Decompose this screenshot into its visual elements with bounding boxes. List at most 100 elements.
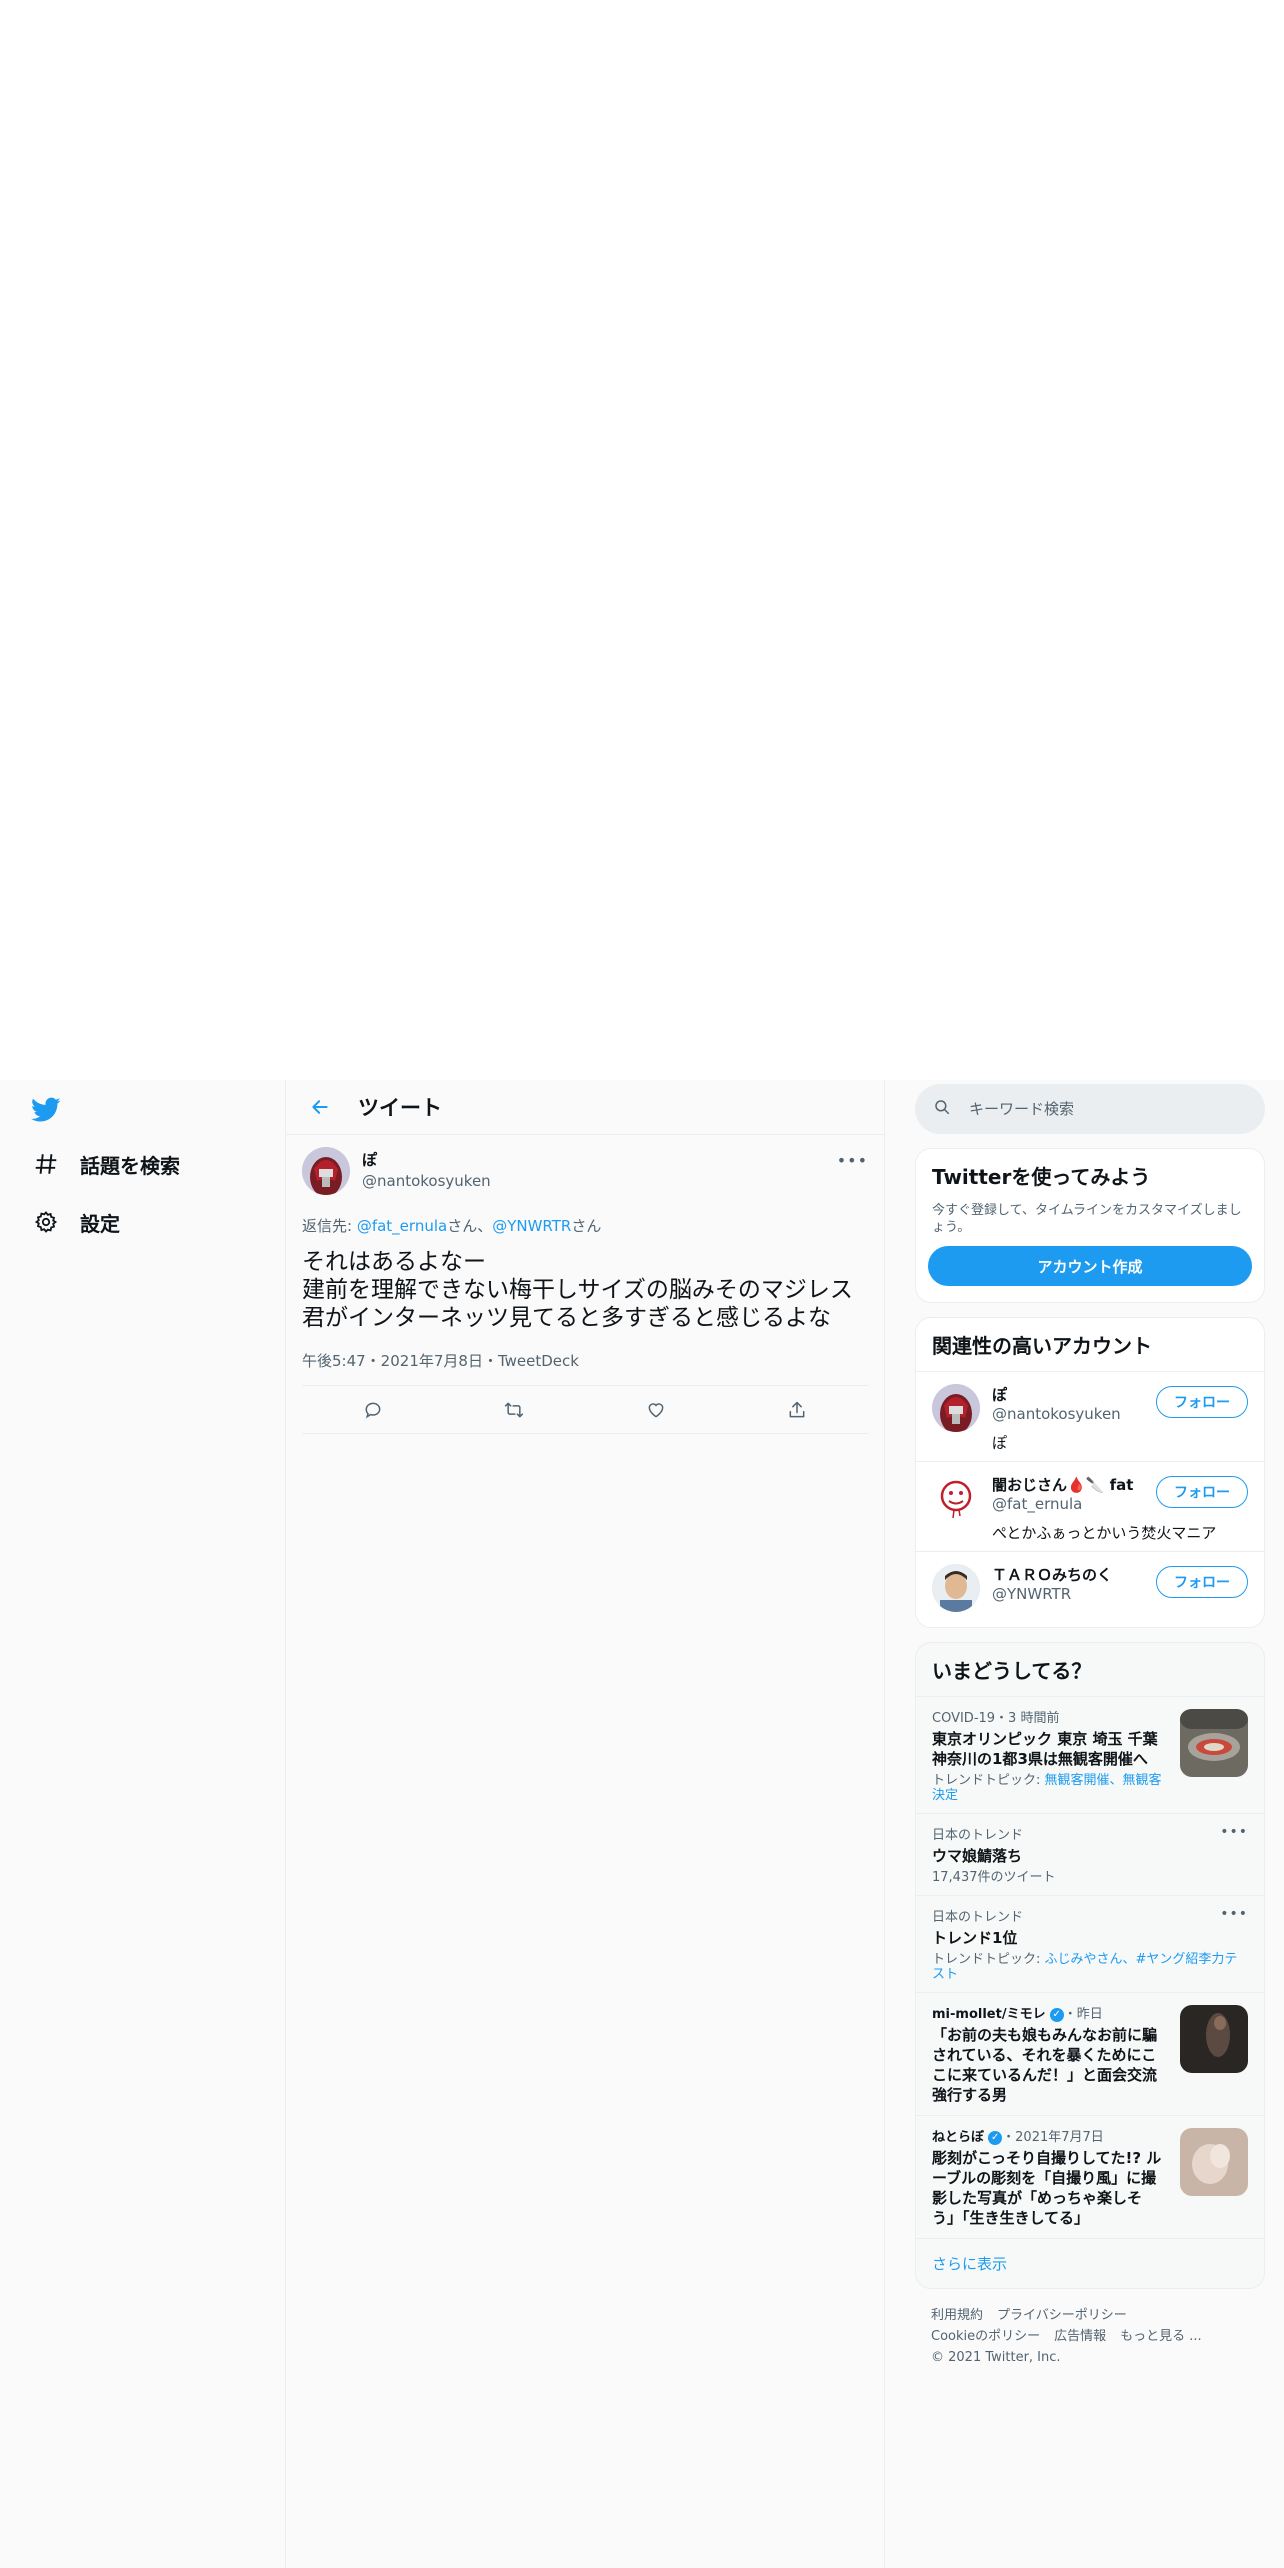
- account-handle[interactable]: @nantokosyuken: [992, 1405, 1152, 1423]
- account-handle[interactable]: @YNWRTR: [992, 1585, 1152, 1603]
- news-time: ・2021年7月7日: [1002, 2130, 1104, 2145]
- more-options-icon[interactable]: •••: [837, 1151, 868, 1170]
- trend-context: 日本のトレンド: [932, 1828, 1024, 1843]
- follow-button[interactable]: フォロー: [1156, 1566, 1248, 1598]
- search-box: [915, 1084, 1265, 1134]
- trend-topics: トレンドトピック: 無観客開催、無観客決定: [932, 1773, 1162, 1803]
- twitter-app: 話題を検索 設定 ツイート ぽ @nantokosyuken ••• 返信先: …: [0, 1080, 1284, 2568]
- back-arrow-icon[interactable]: [302, 1089, 338, 1125]
- reply-to-line: 返信先: @fat_ernulaさん、@YNWRTRさん: [302, 1215, 868, 1236]
- footer-link-terms[interactable]: 利用規約: [931, 2308, 983, 2323]
- search-input[interactable]: [969, 1100, 1229, 1118]
- follow-button[interactable]: フォロー: [1156, 1476, 1248, 1508]
- trend-title: 東京オリンピック 東京 埼玉 千葉 神奈川の1都3県は無観客開催へ: [932, 1730, 1158, 1768]
- account-name[interactable]: 闇おじさん🩸🔪 fat: [992, 1474, 1152, 1495]
- nav-settings[interactable]: 設定: [22, 1198, 140, 1246]
- reply-user-link[interactable]: @YNWRTR: [492, 1217, 571, 1235]
- signup-title: Twitterを使ってみよう: [932, 1165, 1151, 1189]
- trend-context: 日本のトレンド: [932, 1910, 1024, 1925]
- footer: 利用規約 プライバシーポリシー Cookieのポリシー 広告情報 もっと見る ... …: [915, 2305, 1265, 2368]
- footer-copyright: © 2021 Twitter, Inc.: [931, 2350, 1061, 2365]
- news-thumbnail: [1180, 2128, 1248, 2196]
- left-nav: 話題を検索 設定: [0, 1080, 285, 2568]
- nav-explore-label: 話題を検索: [80, 1153, 180, 1178]
- trend-item[interactable]: 日本のトレンド トレンド1位 トレンドトピック: ふじみやさん、#ヤング紹李力テ…: [916, 1895, 1264, 1992]
- footer-link-more[interactable]: もっと見る ...: [1120, 2329, 1202, 2344]
- news-source-line: mi-mollet/ミモレ ✓ ・昨日: [932, 2003, 1162, 2022]
- trend-thumbnail: [1180, 1709, 1248, 1777]
- reply-separator: さん、: [447, 1217, 493, 1235]
- search-icon: [933, 1098, 951, 1120]
- avatar[interactable]: [302, 1147, 350, 1195]
- account-bio: ぺとかふぁっとかいう焚火マニア: [992, 1524, 1217, 1542]
- related-accounts-card: 関連性の高いアカウント ぽ @nantokosyuken ぽ フォロー 闇おじさ…: [915, 1317, 1265, 1628]
- gear-icon: [22, 1198, 70, 1246]
- trend-title: トレンド1位: [932, 1929, 1018, 1947]
- tweet-timestamp[interactable]: 午後5:47・2021年7月8日・TweetDeck: [302, 1350, 868, 1386]
- follow-button[interactable]: フォロー: [1156, 1386, 1248, 1418]
- reply-prefix: 返信先:: [302, 1217, 357, 1235]
- news-item[interactable]: mi-mollet/ミモレ ✓ ・昨日 「お前の夫も娘もみんなお前に騙されている、…: [916, 1992, 1264, 2115]
- footer-link-ads[interactable]: 広告情報: [1054, 2329, 1106, 2344]
- avatar[interactable]: [932, 1564, 980, 1612]
- tweet-text: それはあるよなー 建前を理解できない梅干しサイズの脳みそのマジレス君がインターネ…: [302, 1249, 853, 1331]
- nav-settings-label: 設定: [80, 1211, 120, 1236]
- reply-suffix: さん: [571, 1217, 602, 1235]
- account-name[interactable]: ぽ: [992, 1384, 1152, 1405]
- page-header: ツイート: [286, 1080, 884, 1135]
- blank-area: [0, 0, 1284, 1080]
- news-source: mi-mollet/ミモレ: [932, 2007, 1046, 2022]
- account-item[interactable]: 闇おじさん🩸🔪 fat @fat_ernula ぺとかふぁっとかいう焚火マニア …: [916, 1461, 1264, 1551]
- related-title: 関連性の高いアカウント: [932, 1334, 1152, 1358]
- signup-description: 今すぐ登録して、タイムラインをカスタマイズしましょう。: [932, 1203, 1242, 1235]
- news-time: ・昨日: [1063, 2007, 1103, 2022]
- account-info: ＴＡＲＯみちのく @YNWRTR: [992, 1564, 1152, 1603]
- footer-link-privacy[interactable]: プライバシーポリシー: [997, 2308, 1127, 2323]
- show-more-link[interactable]: さらに表示: [916, 2238, 1264, 2288]
- share-icon[interactable]: [777, 1390, 817, 1430]
- author-handle[interactable]: @nantokosyuken: [362, 1172, 491, 1190]
- reply-icon[interactable]: [353, 1390, 393, 1430]
- retweet-icon[interactable]: [494, 1390, 534, 1430]
- nav-explore[interactable]: 話題を検索: [22, 1140, 200, 1188]
- trend-topics-prefix: トレンドトピック:: [932, 1952, 1045, 1967]
- main-column: ツイート ぽ @nantokosyuken ••• 返信先: @fat_ernu…: [285, 1080, 885, 2568]
- account-name[interactable]: ＴＡＲＯみちのく: [992, 1564, 1152, 1585]
- news-title: 「お前の夫も娘もみんなお前に騙されている、それを暴くためにここに来ているんだ！」…: [932, 2026, 1158, 2104]
- create-account-button[interactable]: アカウント作成: [928, 1246, 1252, 1286]
- account-item[interactable]: ぽ @nantokosyuken ぽ フォロー: [916, 1371, 1264, 1461]
- avatar[interactable]: [932, 1384, 980, 1432]
- news-source: ねとらぼ: [932, 2130, 985, 2145]
- page-title: ツイート: [358, 1096, 442, 1120]
- news-thumbnail: [1180, 2005, 1248, 2073]
- reply-user-link[interactable]: @fat_ernula: [357, 1217, 447, 1235]
- account-bio: ぽ: [992, 1434, 1008, 1452]
- avatar[interactable]: [932, 1474, 980, 1522]
- account-item[interactable]: ＴＡＲＯみちのく @YNWRTR フォロー: [916, 1551, 1264, 1627]
- trend-context: COVID-19・3 時間前: [932, 1711, 1060, 1726]
- tweet-detail: ぽ @nantokosyuken ••• 返信先: @fat_ernulaさん、…: [286, 1135, 884, 1434]
- verified-badge-icon: ✓: [988, 2130, 1003, 2145]
- more-options-icon[interactable]: •••: [1220, 1906, 1248, 1922]
- trend-item[interactable]: 日本のトレンド ウマ娘鯖落ち 17,437件のツイート •••: [916, 1813, 1264, 1895]
- author-name[interactable]: ぽ: [362, 1149, 491, 1170]
- more-options-icon[interactable]: •••: [1220, 1824, 1248, 1840]
- trend-item[interactable]: COVID-19・3 時間前 東京オリンピック 東京 埼玉 千葉 神奈川の1都3…: [916, 1696, 1264, 1813]
- trend-tweet-count: 17,437件のツイート: [932, 1870, 1056, 1885]
- trend-topics: トレンドトピック: ふじみやさん、#ヤング紹李力テスト: [932, 1952, 1248, 1982]
- hashtag-icon: [22, 1140, 70, 1188]
- footer-link-cookies[interactable]: Cookieのポリシー: [931, 2329, 1040, 2344]
- trend-title: ウマ娘鯖落ち: [932, 1847, 1023, 1865]
- account-info: 闇おじさん🩸🔪 fat @fat_ernula: [992, 1474, 1152, 1513]
- like-icon[interactable]: [636, 1390, 676, 1430]
- trends-card: いまどうしてる？ COVID-19・3 時間前 東京オリンピック 東京 埼玉 千…: [915, 1642, 1265, 2289]
- verified-badge-icon: ✓: [1049, 2007, 1064, 2022]
- news-item[interactable]: ねとらぼ ✓ ・2021年7月7日 彫刻がこっそり自撮りしてた!? ルーブルの彫刻…: [916, 2115, 1264, 2238]
- tweet-author[interactable]: ぽ @nantokosyuken: [362, 1149, 491, 1190]
- tweet-actions: [302, 1386, 868, 1434]
- account-handle[interactable]: @fat_ernula: [992, 1495, 1152, 1513]
- trend-topics-prefix: トレンドトピック:: [932, 1773, 1045, 1788]
- twitter-logo-icon[interactable]: [28, 1092, 64, 1128]
- account-info: ぽ @nantokosyuken: [992, 1384, 1152, 1423]
- news-source-line: ねとらぼ ✓ ・2021年7月7日: [932, 2126, 1162, 2145]
